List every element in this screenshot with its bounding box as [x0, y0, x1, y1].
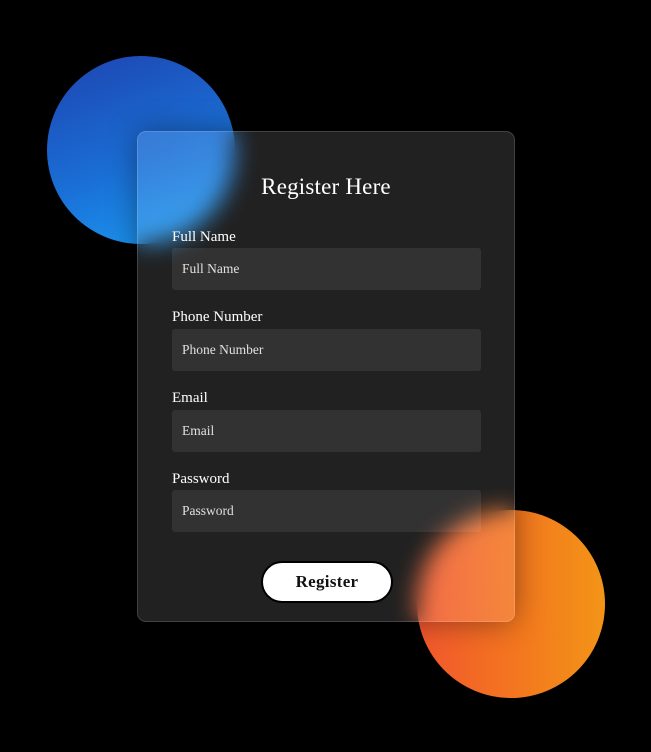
phone-number-input[interactable] [172, 329, 481, 371]
registration-form-card: Register Here Full Name Phone Number Ema… [137, 131, 515, 622]
phone-number-label: Phone Number [172, 309, 263, 325]
password-label: Password [172, 471, 230, 487]
email-label: Email [172, 390, 208, 406]
page-background: Register Here Full Name Phone Number Ema… [0, 0, 651, 752]
form-title: Register Here [261, 174, 391, 199]
password-input[interactable] [172, 490, 481, 532]
full-name-label: Full Name [172, 229, 236, 245]
full-name-input[interactable] [172, 248, 481, 290]
email-input[interactable] [172, 410, 481, 452]
register-button[interactable]: Register [261, 561, 393, 603]
